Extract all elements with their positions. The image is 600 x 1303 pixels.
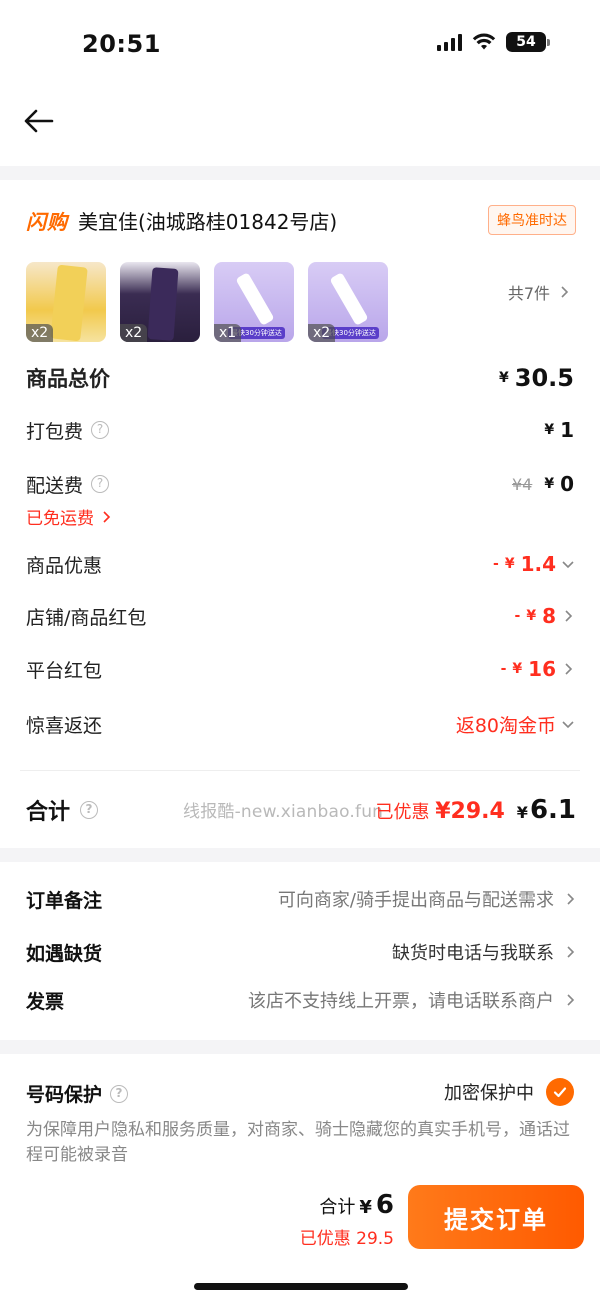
summary-saved: 已优惠 ¥29.4 <box>375 799 505 824</box>
product-thumbnail[interactable]: x2 <box>120 262 200 342</box>
status-icons: 54 <box>437 32 550 52</box>
packing-fee-label: 打包费 <box>26 420 84 443</box>
product-thumbnail[interactable]: 最快30分钟送达 x2 <box>308 262 388 342</box>
product-qty: x2 <box>120 324 148 342</box>
checkmark-icon[interactable] <box>546 1078 574 1106</box>
platform-redpacket-row[interactable]: 平台红包 - ¥16 <box>26 651 574 687</box>
product-thumbnail[interactable]: 最快30分钟送达 x1 <box>214 262 294 342</box>
section-divider <box>0 166 600 180</box>
number-protection-title: 号码保护 ? <box>26 1080 129 1107</box>
help-icon[interactable]: ? <box>91 421 110 439</box>
battery-icon: 54 <box>506 32 550 52</box>
invoice-row[interactable]: 发票 该店不支持线上开票，请电话联系商户 <box>26 983 576 1017</box>
packing-fee-row: 打包费 ? ¥1 <box>26 412 574 448</box>
free-shipping-link[interactable]: 已免运费 <box>26 504 112 529</box>
store-redpacket-row[interactable]: 店铺/商品红包 - ¥8 <box>26 598 574 634</box>
product-qty: x1 <box>214 324 242 342</box>
surprise-return-row[interactable]: 惊喜返还 返80淘金币 <box>26 706 574 742</box>
delivery-fee-label: 配送费 <box>26 474 84 497</box>
delivery-original-price: ¥4 <box>511 474 533 494</box>
delivery-fee-row: 配送费 ? ¥4 ¥0 <box>26 466 574 502</box>
goods-discount-row[interactable]: 商品优惠 - ¥1.4 <box>26 546 574 582</box>
footer-total: 合计 ¥6 <box>319 1190 394 1220</box>
store-row: 闪购 美宜佳(油城路桂01842号店) 蜂鸟准时达 <box>26 203 576 237</box>
store-redpacket-value: - ¥8 <box>515 604 574 628</box>
surprise-return-label: 惊喜返还 <box>26 714 103 737</box>
goods-discount-value: - ¥1.4 <box>493 552 574 576</box>
packing-fee-value: ¥1 <box>544 418 574 442</box>
chevron-down-icon <box>562 561 574 569</box>
back-arrow-icon[interactable] <box>22 104 56 138</box>
stock-shortage-row[interactable]: 如遇缺货 缺货时电话与我联系 <box>26 935 576 969</box>
surprise-return-value: 返80淘金币 <box>456 711 574 738</box>
chevron-down-icon <box>562 721 574 729</box>
section-divider <box>0 848 600 862</box>
goods-discount-label: 商品优惠 <box>26 554 103 577</box>
platform-redpacket-value: - ¥16 <box>501 657 574 681</box>
nav-bar <box>0 92 600 162</box>
stock-shortage-label: 如遇缺货 <box>26 942 103 965</box>
invoice-label: 发票 <box>26 990 65 1013</box>
product-thumbnails[interactable]: x2 x2 最快30分钟送达 x1 最快30分钟送达 x2 <box>26 262 388 342</box>
platform-tag: 闪购 <box>26 209 68 234</box>
encryption-status-text: 加密保护中 <box>444 1083 534 1104</box>
invoice-value: 该店不支持线上开票，请电话联系商户 <box>248 987 576 1013</box>
product-qty: x2 <box>26 324 54 342</box>
section-divider <box>0 1040 600 1054</box>
help-icon[interactable]: ? <box>80 801 99 819</box>
stock-shortage-value: 缺货时电话与我联系 <box>392 939 576 965</box>
goods-total-label: 商品总价 <box>26 367 110 391</box>
platform-redpacket-label: 平台红包 <box>26 659 103 682</box>
chevron-right-icon <box>565 610 573 622</box>
status-bar: 20:51 54 <box>0 0 600 90</box>
product-count: 共7件 <box>507 284 550 303</box>
store-redpacket-label: 店铺/商品红包 <box>26 606 147 629</box>
summary-total: ¥6.1 <box>516 795 576 825</box>
status-time: 20:51 <box>82 30 161 58</box>
number-protection-description: 为保障用户隐私和服务质量，对商家、骑士隐藏您的真实手机号，通话过程可能被录音 <box>26 1120 570 1165</box>
summary-label: 合计 <box>26 800 71 825</box>
store-name: 美宜佳(油城路桂01842号店) <box>78 209 338 234</box>
goods-total-value: ¥30.5 <box>499 364 574 392</box>
product-count-link[interactable]: 共7件 <box>508 280 570 304</box>
signal-icon <box>437 33 462 51</box>
product-thumbnail[interactable]: x2 <box>26 262 106 342</box>
product-qty: x2 <box>308 324 336 342</box>
chevron-right-icon <box>567 946 575 958</box>
chevron-right-icon <box>567 994 575 1006</box>
order-remark-label: 订单备注 <box>26 889 103 912</box>
delivery-fee-value: ¥4 ¥0 <box>511 472 574 496</box>
chevron-right-icon <box>561 286 569 298</box>
footer-saved: 已优惠 29.5 <box>299 1229 394 1249</box>
order-remark-value: 可向商家/骑手提出商品与配送需求 <box>278 886 576 912</box>
chevron-right-icon <box>103 510 111 523</box>
submit-order-button[interactable]: 提交订单 <box>408 1185 584 1249</box>
number-protection-status: 加密保护中 <box>444 1078 574 1106</box>
home-indicator[interactable] <box>194 1283 408 1290</box>
wifi-icon <box>472 33 496 50</box>
help-icon[interactable]: ? <box>91 475 110 493</box>
order-remark-row[interactable]: 订单备注 可向商家/骑手提出商品与配送需求 <box>26 882 576 916</box>
help-icon[interactable]: ? <box>110 1084 129 1103</box>
chevron-right-icon <box>567 893 575 905</box>
chevron-right-icon <box>565 663 573 675</box>
divider <box>20 770 580 771</box>
goods-total-row: 商品总价 ¥30.5 <box>26 360 574 396</box>
delivery-badge: 蜂鸟准时达 <box>488 205 576 235</box>
summary-row: 合计 ? 已优惠 ¥29.4 ¥6.1 <box>26 788 576 832</box>
